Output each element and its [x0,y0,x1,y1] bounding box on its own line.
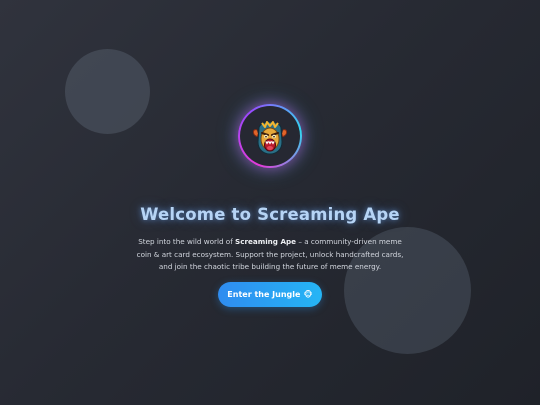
ape-face-icon: 🐵 [303,289,313,299]
page-title: Welcome to Screaming Ape [140,205,400,224]
logo-ring [238,104,302,168]
description-brand: Screaming Ape [235,237,297,246]
enter-jungle-button[interactable]: Enter the Jungle 🐵 [218,282,322,307]
screaming-ape-logo-icon [253,121,287,155]
hero-description: Step into the wild world of Screaming Ap… [135,236,405,274]
hero-section: Welcome to Screaming Ape Step into the w… [0,0,540,405]
description-intro: Step into the wild world of [138,237,236,246]
enter-jungle-label: Enter the Jungle [227,290,301,299]
logo-container [240,106,300,166]
